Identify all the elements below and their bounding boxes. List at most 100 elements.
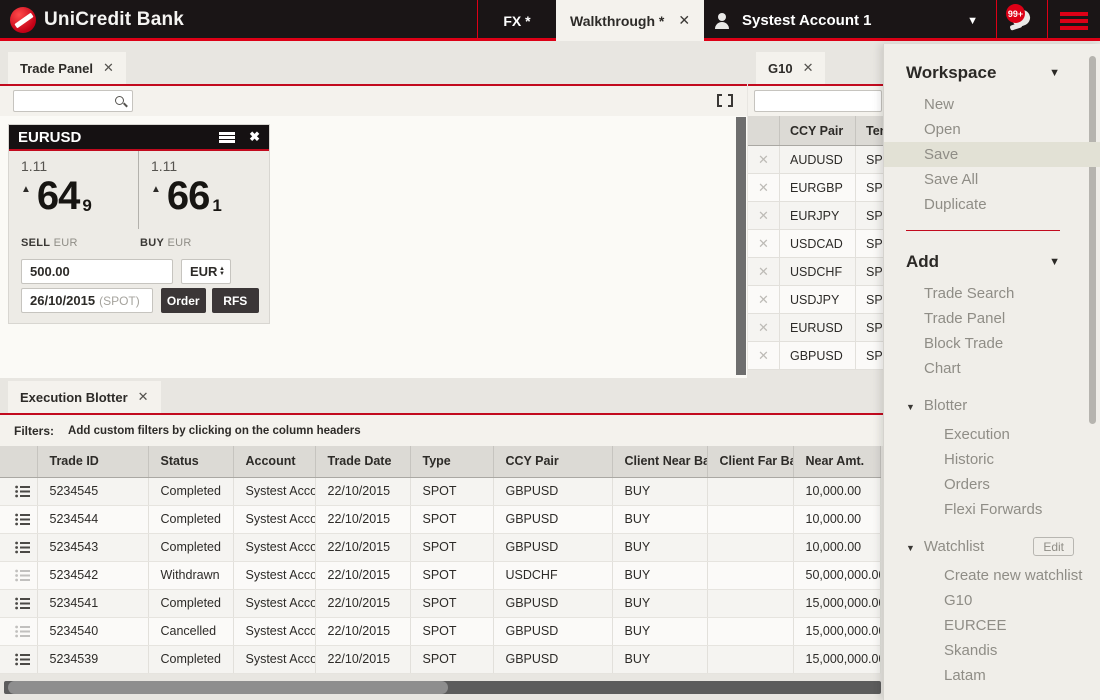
menu-item-watchlist[interactable]: ▼WatchlistEdit	[884, 534, 1100, 559]
table-row[interactable]: 5234542WithdrawnSystest Account22/10/201…	[0, 561, 880, 589]
notification-badge: 99+	[1006, 4, 1025, 23]
menu-item-g10[interactable]: G10	[884, 588, 1100, 613]
table-row[interactable]: 5234543CompletedSystest Account22/10/201…	[0, 533, 880, 561]
amount-input[interactable]	[21, 259, 173, 284]
table-row[interactable]: 5234544CompletedSystest Account22/10/201…	[0, 505, 880, 533]
table-row[interactable]: 5234541CompletedSystest Account22/10/201…	[0, 589, 880, 617]
sell-price-tile[interactable]: 1.11 ▲ 64 9	[9, 151, 139, 229]
menu-item-trade-panel[interactable]: Trade Panel	[884, 306, 1100, 331]
blotter-column-header[interactable]: Near Amt.	[793, 446, 880, 477]
blotter-tabbar: Execution Blotter ✕	[0, 378, 885, 415]
tab-execution-blotter[interactable]: Execution Blotter ✕	[8, 381, 161, 413]
close-icon[interactable]: ✕	[678, 12, 690, 29]
row-actions-icon[interactable]	[0, 617, 37, 645]
menu-item-duplicate[interactable]: Duplicate	[884, 192, 1100, 217]
blotter-cell-status: Completed	[148, 533, 233, 561]
vertical-scrollbar[interactable]	[736, 117, 746, 375]
g10-header-ccy-pair[interactable]: CCY Pair	[780, 116, 856, 145]
blotter-column-header[interactable]	[0, 446, 37, 477]
menu-item-new[interactable]: New	[884, 92, 1100, 117]
edit-watchlist-button[interactable]: Edit	[1033, 537, 1074, 556]
blotter-column-header[interactable]: Account	[233, 446, 315, 477]
menu-item-open[interactable]: Open	[884, 117, 1100, 142]
table-row[interactable]: 5234540CancelledSystest Account22/10/201…	[0, 617, 880, 645]
blotter-header-row: Trade IDStatusAccountTrade DateTypeCCY P…	[0, 446, 880, 477]
blotter-column-header[interactable]: CCY Pair	[493, 446, 612, 477]
table-row[interactable]: 5234545CompletedSystest Account22/10/201…	[0, 477, 880, 505]
horizontal-scrollbar[interactable]	[4, 681, 881, 694]
menu-item-chart[interactable]: Chart	[884, 356, 1100, 381]
blotter-column-header[interactable]: Trade Date	[315, 446, 410, 477]
currency-select[interactable]: EUR ▲▼	[181, 259, 231, 284]
menu-item-orders[interactable]: Orders	[884, 472, 1100, 497]
menu-item-execution[interactable]: Execution	[884, 422, 1100, 447]
blotter-column-header[interactable]: Status	[148, 446, 233, 477]
row-actions-icon[interactable]	[0, 477, 37, 505]
close-icon[interactable]: ✖	[249, 129, 260, 145]
menu-item-skandis[interactable]: Skandis	[884, 638, 1100, 663]
blotter-column-header[interactable]: Client Near Base	[612, 446, 707, 477]
account-selector[interactable]: Systest Account 1 ▼	[700, 0, 996, 41]
menu-item-blotter[interactable]: ▼Blotter	[884, 393, 1100, 418]
horizontal-scrollbar-thumb[interactable]	[8, 681, 448, 694]
menu-section-workspace[interactable]: Workspace ▼	[884, 58, 1100, 88]
blotter-cell-ccy_pair: GBPUSD	[493, 589, 612, 617]
rfs-button[interactable]: RFS	[212, 288, 259, 313]
blotter-cell-near_amt: 10,000.00	[793, 477, 880, 505]
blotter-cell-status: Completed	[148, 589, 233, 617]
buy-price-tile[interactable]: 1.11 ▲ 66 1	[139, 151, 269, 229]
menu-section-add[interactable]: Add ▼	[884, 247, 1100, 277]
blotter-column-header[interactable]: Client Far Base	[707, 446, 793, 477]
tab-fx[interactable]: FX *	[478, 0, 556, 41]
remove-pair-icon[interactable]: ✕	[748, 342, 780, 369]
workspace-items: NewOpenSaveSave AllDuplicate	[884, 92, 1100, 217]
blotter-cell-account: Systest Account	[233, 505, 315, 533]
row-actions-icon[interactable]	[0, 589, 37, 617]
row-actions-icon[interactable]	[0, 533, 37, 561]
expand-icon[interactable]	[717, 94, 733, 107]
menu-item-flexi-forwards[interactable]: Flexi Forwards	[884, 497, 1100, 522]
table-row[interactable]: 5234539CompletedSystest Account22/10/201…	[0, 645, 880, 673]
blotter-cell-client_near_base: BUY	[612, 533, 707, 561]
tab-execution-blotter-label: Execution Blotter	[20, 390, 128, 405]
menu-item-save-all[interactable]: Save All	[884, 167, 1100, 192]
remove-pair-icon[interactable]: ✕	[748, 174, 780, 201]
tab-g10[interactable]: G10 ✕	[756, 52, 825, 84]
remove-pair-icon[interactable]: ✕	[748, 258, 780, 285]
menu-item-historic[interactable]: Historic	[884, 447, 1100, 472]
close-icon[interactable]: ✕	[138, 389, 149, 405]
blotter-cell-trade_id: 5234541	[37, 589, 148, 617]
menu-item-eurcee[interactable]: EURCEE	[884, 613, 1100, 638]
remove-pair-icon[interactable]: ✕	[748, 202, 780, 229]
pair-search	[13, 90, 133, 112]
menu-item-block-trade[interactable]: Block Trade	[884, 331, 1100, 356]
remove-pair-icon[interactable]: ✕	[748, 146, 780, 173]
row-actions-icon[interactable]	[0, 561, 37, 589]
tab-walkthrough[interactable]: Walkthrough * ✕	[556, 0, 704, 41]
notifications-button[interactable]: 99+	[1000, 4, 1044, 38]
g10-search-input[interactable]	[755, 91, 881, 111]
menu-item-latam[interactable]: Latam	[884, 663, 1100, 688]
blotter-cell-trade_date: 22/10/2015	[315, 561, 410, 589]
menu-item-trade-search[interactable]: Trade Search	[884, 281, 1100, 306]
blotter-column-header[interactable]: Type	[410, 446, 493, 477]
remove-pair-icon[interactable]: ✕	[748, 286, 780, 313]
menu-item-create-new-watchlist[interactable]: Create new watchlist	[884, 563, 1100, 588]
tick-up-icon: ▲	[21, 184, 31, 195]
tab-trade-panel[interactable]: Trade Panel ✕	[8, 52, 126, 84]
row-actions-icon[interactable]	[0, 645, 37, 673]
remove-pair-icon[interactable]: ✕	[748, 230, 780, 257]
value-date-field[interactable]: 26/10/2015 (SPOT)	[21, 288, 153, 313]
widget-menu-icon[interactable]	[219, 132, 235, 143]
blotter-column-header[interactable]: Trade ID	[37, 446, 148, 477]
blotter-cell-near_amt: 15,000,000.00	[793, 645, 880, 673]
blotter-cell-account: Systest Account	[233, 589, 315, 617]
blotter-cell-trade_date: 22/10/2015	[315, 645, 410, 673]
row-actions-icon[interactable]	[0, 505, 37, 533]
menu-item-save[interactable]: Save	[884, 142, 1100, 167]
menu-hamburger-icon[interactable]	[1060, 12, 1088, 30]
close-icon[interactable]: ✕	[103, 60, 114, 76]
order-button[interactable]: Order	[161, 288, 206, 313]
close-icon[interactable]: ✕	[803, 60, 814, 76]
remove-pair-icon[interactable]: ✕	[748, 314, 780, 341]
